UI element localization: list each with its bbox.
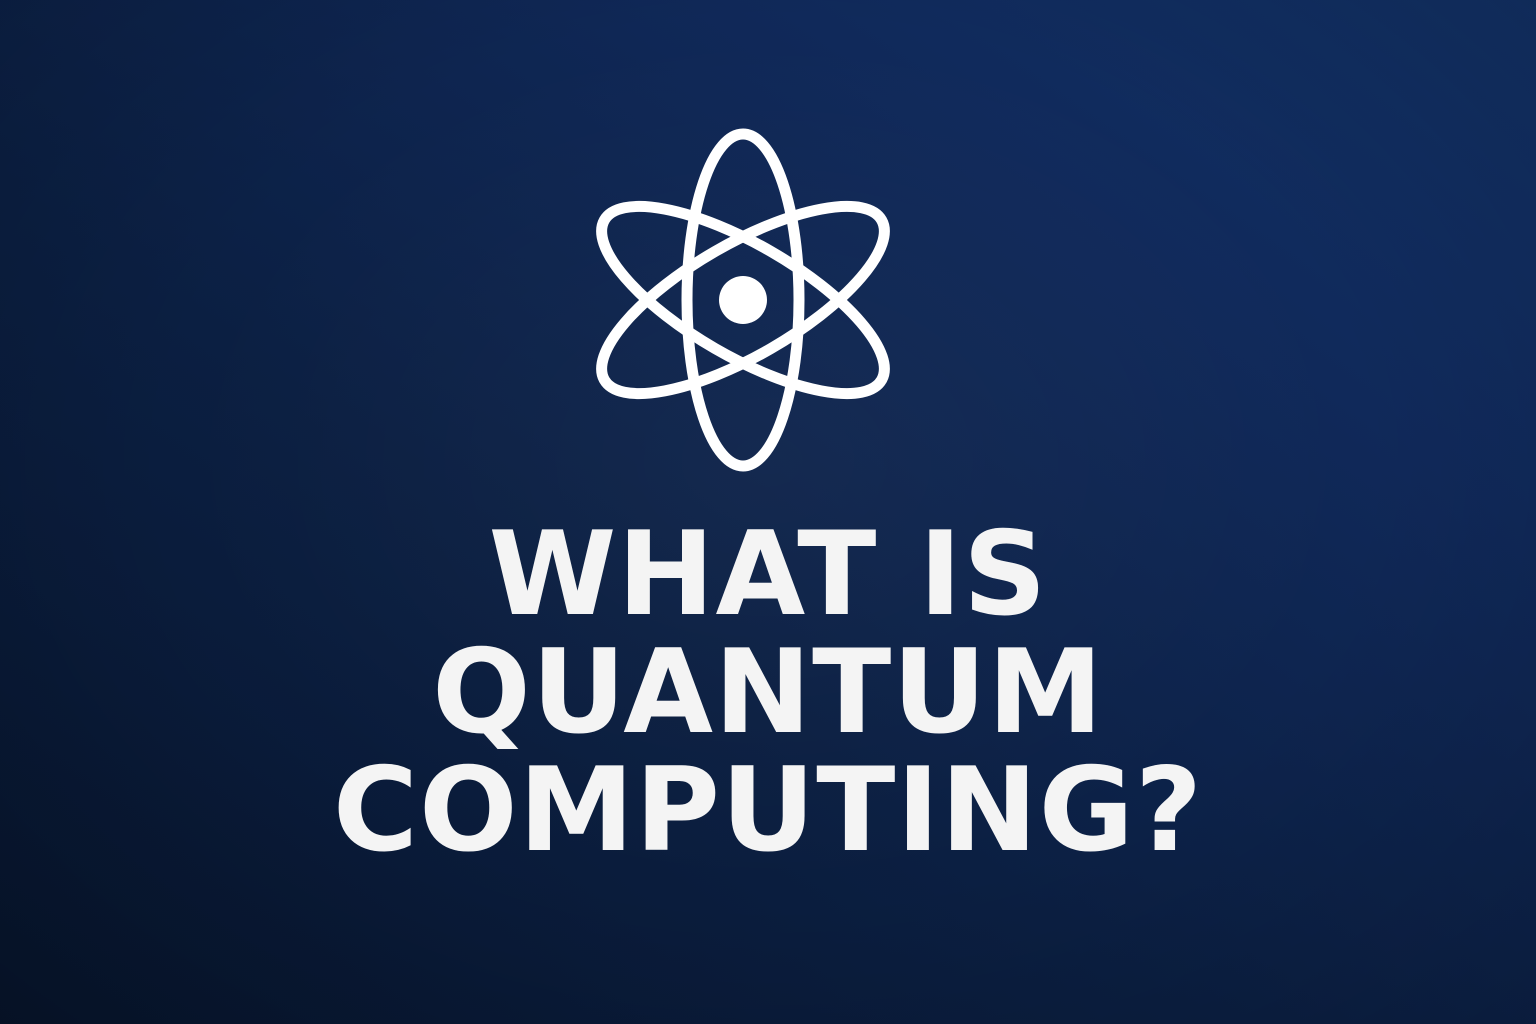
headline-line-3: COMPUTING? xyxy=(332,743,1204,878)
headline: WHAT IS QUANTUM COMPUTING? xyxy=(0,516,1536,870)
headline-line-2: QUANTUM xyxy=(432,625,1104,760)
atom-icon xyxy=(578,128,908,488)
atom-nucleus xyxy=(719,276,767,324)
headline-line-1: WHAT IS xyxy=(488,507,1048,642)
